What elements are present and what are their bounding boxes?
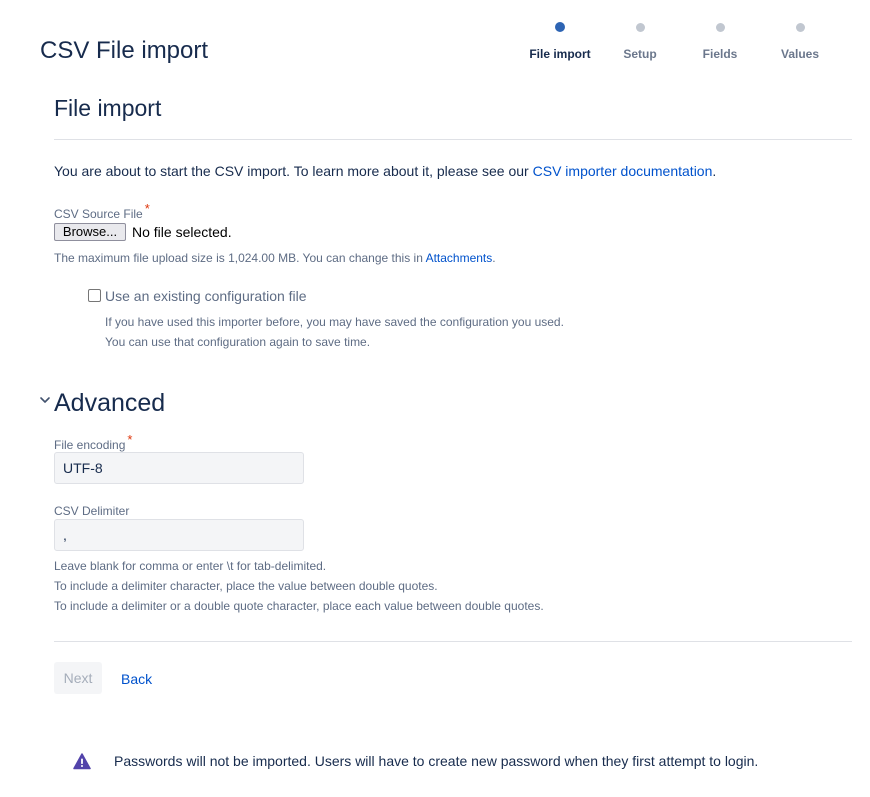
- attachments-link[interactable]: Attachments: [426, 251, 493, 265]
- intro-text: You are about to start the CSV import. T…: [54, 163, 716, 179]
- step-setup: Setup: [600, 18, 680, 61]
- divider: [54, 139, 852, 140]
- use-existing-config-checkbox[interactable]: [88, 289, 101, 302]
- advanced-section-title[interactable]: Advanced: [54, 389, 165, 418]
- next-button[interactable]: Next: [54, 662, 102, 694]
- delimiter-help-line-3: To include a delimiter or a double quote…: [54, 599, 544, 613]
- max-upload-help: The maximum file upload size is 1,024.00…: [54, 251, 496, 265]
- file-encoding-label-text: File encoding: [54, 438, 126, 452]
- step-label: File import: [529, 47, 591, 61]
- delimiter-help-line-1: Leave blank for comma or enter \t for ta…: [54, 559, 327, 573]
- step-label: Values: [780, 47, 820, 61]
- config-help-line-2: You can use that configuration again to …: [105, 335, 371, 349]
- password-warning-text: Passwords will not be imported. Users wi…: [114, 753, 759, 769]
- csv-importer-documentation-link[interactable]: CSV importer documentation: [533, 163, 713, 179]
- step-file-import: File import: [520, 18, 600, 61]
- divider: [54, 641, 852, 642]
- max-upload-help-suffix: .: [492, 251, 496, 265]
- step-dot-icon: [715, 23, 725, 32]
- required-marker: *: [144, 201, 150, 216]
- warning-icon: [73, 753, 91, 770]
- chevron-down-icon[interactable]: [38, 393, 52, 407]
- step-label: Fields: [702, 47, 738, 61]
- intro-text-body: You are about to start the CSV import. T…: [54, 163, 533, 179]
- browse-button[interactable]: Browse...: [54, 223, 126, 241]
- csv-source-file-label: CSV Source File *: [54, 201, 150, 221]
- step-dot-icon: [635, 23, 645, 32]
- page-title: CSV File import: [40, 37, 209, 64]
- use-existing-config-label[interactable]: Use an existing configuration file: [105, 288, 307, 304]
- step-values: Values: [760, 18, 840, 61]
- file-encoding-input[interactable]: [54, 452, 304, 484]
- intro-text-suffix: .: [712, 163, 717, 179]
- csv-delimiter-input[interactable]: [54, 519, 304, 551]
- step-active-dot-icon: [555, 22, 565, 32]
- step-fields: Fields: [680, 18, 760, 61]
- csv-delimiter-label: CSV Delimiter: [54, 504, 130, 518]
- config-help-line-1: If you have used this importer before, y…: [105, 315, 564, 329]
- max-upload-help-text: The maximum file upload size is 1,024.00…: [54, 251, 426, 265]
- file-status-text: No file selected.: [132, 224, 232, 240]
- csv-source-file-label-text: CSV Source File: [54, 207, 143, 221]
- back-link[interactable]: Back: [121, 671, 152, 687]
- step-label: Setup: [623, 47, 657, 61]
- delimiter-help-line-2: To include a delimiter character, place …: [54, 579, 438, 593]
- step-dot-icon: [795, 23, 805, 32]
- required-marker: *: [127, 432, 133, 447]
- progress-stepper: File import Setup Fields Values: [520, 18, 840, 68]
- section-title-file-import: File import: [54, 95, 162, 121]
- file-encoding-label: File encoding *: [54, 432, 132, 452]
